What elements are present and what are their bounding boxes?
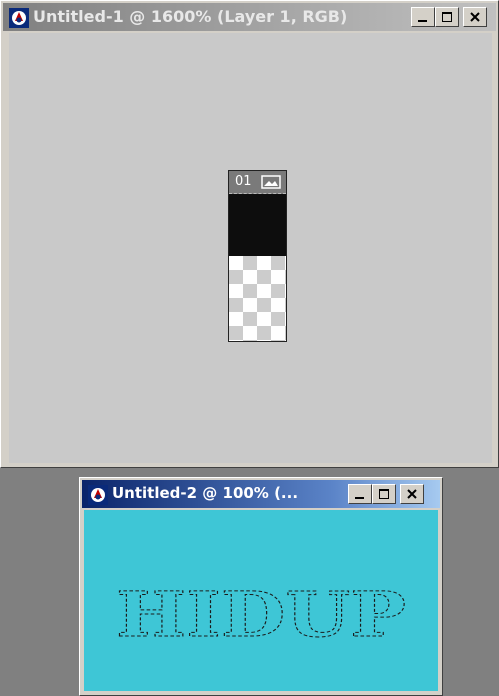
selection-outline-text: HIDUP	[116, 578, 406, 651]
close-icon	[407, 489, 417, 499]
window2-maximize-button[interactable]	[372, 484, 396, 504]
document-window-2[interactable]: Untitled-2 @ 100% (... HIDUP	[79, 477, 443, 696]
photoshop-app-icon[interactable]	[88, 485, 108, 505]
maximize-icon	[442, 12, 452, 22]
window1-canvas-area[interactable]: 01	[9, 33, 492, 463]
window1-titlebar[interactable]: Untitled-1 @ 1600% (Layer 1, RGB)	[3, 3, 496, 31]
window2-minimize-button[interactable]	[348, 484, 372, 504]
black-layer-fill	[229, 194, 286, 256]
window2-close-button[interactable]	[400, 484, 424, 504]
close-icon	[470, 12, 480, 22]
window1-minimize-button[interactable]	[411, 7, 435, 27]
document-window-1[interactable]: Untitled-1 @ 1600% (Layer 1, RGB) 01	[0, 0, 499, 468]
canvas-header: 01	[229, 171, 286, 194]
text-selection[interactable]: HIDUP	[84, 510, 438, 691]
transparent-area	[229, 256, 286, 341]
window1-maximize-button[interactable]	[435, 7, 459, 27]
window2-title: Untitled-2 @ 100% (...	[112, 484, 299, 502]
window2-canvas[interactable]: HIDUP	[84, 510, 438, 691]
pixel-label: 01	[235, 174, 252, 189]
image-canvas[interactable]: 01	[228, 170, 287, 342]
image-thumbnail-icon	[261, 175, 281, 189]
window2-titlebar[interactable]: Untitled-2 @ 100% (...	[82, 480, 440, 508]
minimize-icon	[418, 20, 427, 22]
window1-title: Untitled-1 @ 1600% (Layer 1, RGB)	[33, 7, 348, 26]
maximize-icon	[379, 489, 389, 499]
window1-close-button[interactable]	[463, 7, 487, 27]
photoshop-app-icon[interactable]	[9, 8, 29, 28]
minimize-icon	[355, 497, 364, 499]
